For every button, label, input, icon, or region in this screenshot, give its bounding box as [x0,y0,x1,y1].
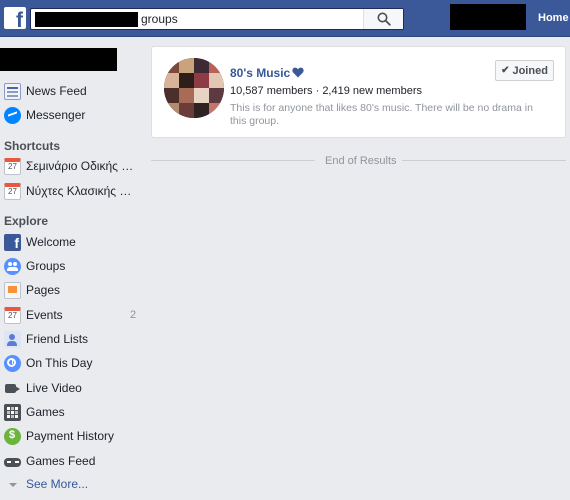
calendar-icon: 27 [4,157,21,175]
sidebar-item-label: Friend Lists [26,332,89,346]
events-count-badge: 2 [130,309,137,321]
messenger-icon [4,106,21,124]
friend-lists-icon [4,330,21,348]
sidebar-item-label: Groups [26,259,66,273]
search-button[interactable] [363,9,403,29]
calendar-icon: 27 [4,306,21,324]
sidebar-item-label: Live Video [26,381,82,395]
end-of-results-text: End of Results [325,155,397,167]
redacted-search-text [35,12,138,27]
groups-icon [4,257,21,275]
sidebar-item-label: Games Feed [26,454,96,468]
sidebar-item-label: Games [26,405,65,419]
divider-right [402,160,566,161]
sidebar-item-label: Messenger [26,108,86,122]
sidebar-item-payment-history[interactable]: Payment History [4,427,144,445]
sidebar-item-games-feed[interactable]: Games Feed [4,452,144,470]
sidebar-item-pages[interactable]: Pages [4,281,144,299]
heart-icon [292,67,304,78]
sidebar-item-label: Νύχτες Κλασικής Μ... [26,184,136,198]
pages-icon [4,281,21,299]
game-controller-icon [4,453,21,470]
sidebar-item-on-this-day[interactable]: On This Day [4,354,144,372]
sidebar-item-label: Payment History [26,429,115,443]
search-input[interactable]: groups [30,8,404,30]
facebook-icon: f [4,233,21,251]
see-more-link[interactable]: See More... [4,475,144,493]
top-bar: f groups Home [0,0,570,37]
sidebar-item-label: Pages [26,283,61,297]
joined-button[interactable]: ✔ Joined [495,60,554,81]
search-query[interactable]: groups [141,12,178,27]
sidebar-item-games[interactable]: Games [4,403,144,421]
on-this-day-icon [4,354,21,372]
sidebar-item-events[interactable]: 27 Events 2 [4,306,144,324]
sidebar-item-news-feed[interactable]: News Feed [4,82,144,100]
sidebar-shortcut-item[interactable]: 27 Νύχτες Κλασικής Μ... [4,182,144,200]
sidebar-item-live-video[interactable]: Live Video [4,379,144,397]
redacted-user-name[interactable] [0,48,117,71]
group-result-card: 80's Music 10,587 members · 2,419 new me… [151,46,566,138]
divider-left [151,160,315,161]
sidebar-item-friend-lists[interactable]: Friend Lists [4,330,144,348]
sidebar-item-label: Events [26,308,63,322]
explore-heading: Explore [4,214,49,228]
payment-history-icon [4,427,21,445]
calendar-icon: 27 [4,182,21,200]
redacted-profile-link[interactable] [450,4,526,30]
games-icon [4,403,21,421]
group-member-stats: 10,587 members · 2,419 new members [230,85,422,97]
checkmark-icon: ✔ [501,65,510,76]
joined-label: Joined [512,64,548,77]
sidebar-item-messenger[interactable]: Messenger [4,106,144,124]
see-more-label: See More... [26,477,89,491]
chevron-down-icon [4,476,21,493]
sidebar-item-label: On This Day [26,356,93,370]
group-name-link[interactable]: 80's Music [230,66,290,80]
sidebar-item-label: Welcome [26,235,76,249]
news-feed-icon [4,82,21,100]
sidebar-item-label: Σεμινάριο Οδικής Σ... [26,159,136,173]
sidebar-item-welcome[interactable]: f Welcome [4,233,144,251]
group-cover-photo[interactable] [164,58,224,118]
live-video-icon [4,380,21,397]
sidebar-item-groups[interactable]: Groups [4,257,144,275]
sidebar-shortcut-item[interactable]: 27 Σεμινάριο Οδικής Σ... [4,157,144,175]
sidebar-item-label: News Feed [26,84,87,98]
facebook-logo-icon[interactable]: f [4,7,26,31]
shortcuts-heading: Shortcuts [4,139,61,153]
home-link[interactable]: Home [538,12,569,24]
search-icon [377,12,391,26]
group-description: This is for anyone that likes 80's music… [230,102,533,127]
